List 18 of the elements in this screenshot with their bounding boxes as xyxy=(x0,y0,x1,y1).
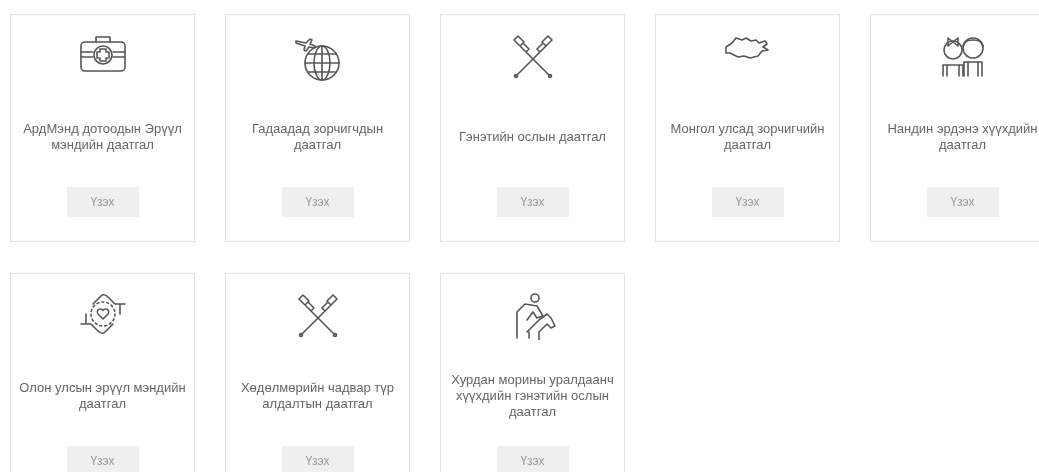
insurance-title: Гадаадад зорчигчдын даатгал xyxy=(250,121,385,153)
view-button[interactable]: Үзэх xyxy=(281,446,354,472)
insurance-title: Гэнэтийн ослын даатгал xyxy=(459,129,606,145)
first-aid-kit-icon xyxy=(78,33,127,73)
view-button[interactable]: Үзэх xyxy=(496,446,569,472)
view-button[interactable]: Үзэх xyxy=(66,187,139,217)
hands-holding-heart-icon xyxy=(78,292,127,336)
view-button[interactable]: Үзэх xyxy=(66,446,139,472)
insurance-title: Хөдөлмөрийн чадвар түр алдалтын даатгал xyxy=(239,380,396,412)
insurance-title: Олон улсын эрүүл мэндийн даатгал xyxy=(19,380,186,412)
insurance-title: Нандин эрдэнэ хүүхдийн даатгал xyxy=(886,121,1039,153)
insurance-title: Хурдан морины уралдаанч хүүхдийн гэнэтийн ослын даатгал xyxy=(450,372,615,420)
insurance-title: Монгол улсад зорчигчийн даатгал xyxy=(669,121,826,153)
insurance-title: АрдМэнд дотоодын Эрүүл мэндийн даатгал xyxy=(22,121,183,153)
view-button[interactable]: Үзэх xyxy=(711,187,784,217)
view-button[interactable]: Үзэх xyxy=(281,187,354,217)
view-button[interactable]: Үзэх xyxy=(496,187,569,217)
view-button[interactable]: Үзэх xyxy=(926,187,999,217)
